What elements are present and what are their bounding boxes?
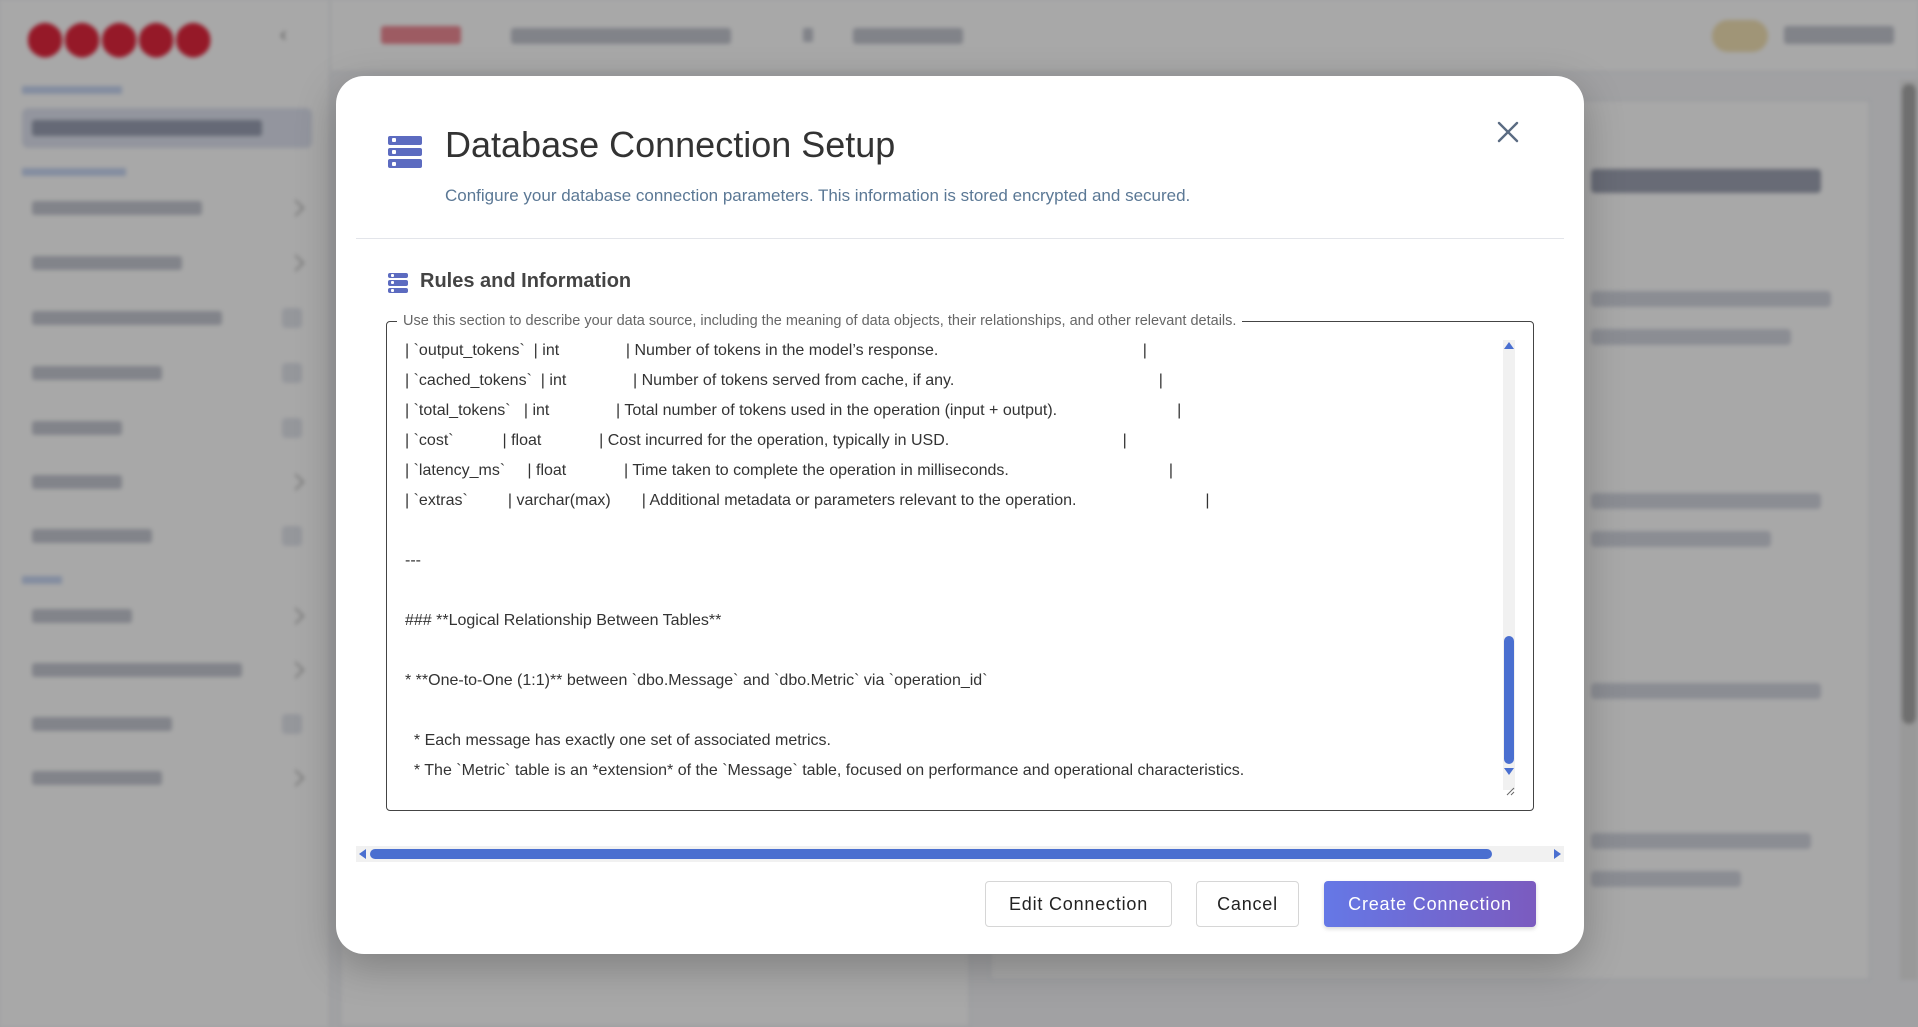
vertical-scrollbar[interactable] <box>1503 340 1515 790</box>
textarea-line: | `cost` | float | Cost incurred for the… <box>405 432 1127 449</box>
vertical-scrollbar-thumb[interactable] <box>1504 636 1514 764</box>
scroll-down-icon[interactable] <box>1504 768 1514 775</box>
horizontal-scrollbar[interactable] <box>356 846 1564 862</box>
textarea-line <box>405 696 1495 726</box>
scroll-left-icon[interactable] <box>359 849 366 859</box>
textarea-line: | `total_tokens` | int | Total number of… <box>405 402 1182 419</box>
modal-title: Database Connection Setup <box>445 124 896 165</box>
scroll-right-icon[interactable] <box>1554 849 1561 859</box>
edit-connection-button[interactable]: Edit Connection <box>985 881 1172 927</box>
textarea-line <box>405 516 1495 546</box>
close-icon <box>1497 121 1519 143</box>
textarea-line: * **One-to-One (1:1)** between `dbo.Mess… <box>405 672 988 689</box>
textarea-line: ### **Logical Relationship Between Table… <box>405 612 722 629</box>
textarea-label: Use this section to describe your data s… <box>397 313 1243 329</box>
textarea-content[interactable]: | `output_tokens` | int | Number of toke… <box>405 336 1495 796</box>
database-connection-modal: Database Connection Setup Configure your… <box>336 76 1584 954</box>
section-title: Rules and Information <box>420 270 632 292</box>
textarea-line: | `latency_ms` | float | Time taken to c… <box>405 462 1174 479</box>
textarea-line: | `cached_tokens` | int | Number of toke… <box>405 372 1163 389</box>
rules-information-textarea[interactable]: Use this section to describe your data s… <box>386 313 1534 811</box>
modal-subtitle: Configure your database connection param… <box>445 186 1191 205</box>
textarea-line: * Each message has exactly one set of as… <box>405 732 831 749</box>
cancel-button[interactable]: Cancel <box>1196 881 1299 927</box>
textarea-line <box>405 636 1495 666</box>
database-icon <box>388 136 422 169</box>
textarea-line: | `output_tokens` | int | Number of toke… <box>405 342 1147 359</box>
textarea-line: | `extras` | varchar(max) | Additional m… <box>405 492 1210 509</box>
textarea-line: --- <box>405 552 421 569</box>
database-icon <box>388 273 408 293</box>
scroll-up-icon[interactable] <box>1504 342 1514 349</box>
horizontal-scrollbar-thumb[interactable] <box>370 849 1492 859</box>
close-button[interactable] <box>1488 112 1528 152</box>
header-divider <box>356 238 1564 239</box>
textarea-line: * The `Metric` table is an *extension* o… <box>405 762 1245 779</box>
textarea-line <box>405 576 1495 606</box>
resize-handle-icon[interactable] <box>1505 786 1515 796</box>
create-connection-button[interactable]: Create Connection <box>1324 881 1536 927</box>
